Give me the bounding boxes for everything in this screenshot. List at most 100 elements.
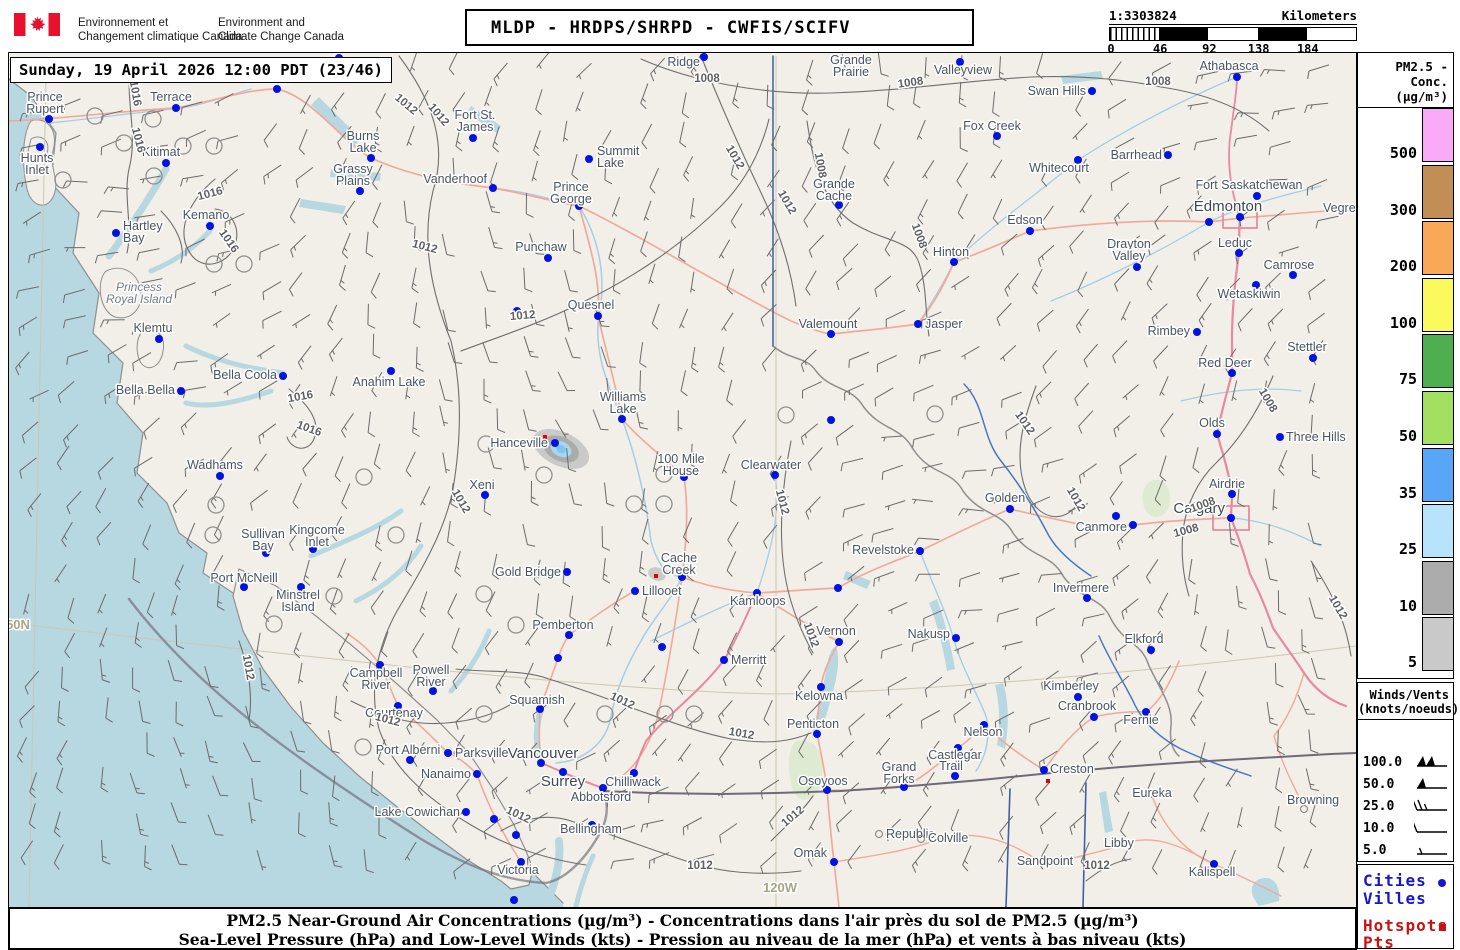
wind-barb (1120, 811, 1130, 838)
pm25-level-label: 35 (1398, 483, 1417, 502)
wind-barb (1151, 849, 1163, 875)
pm25-level-label: 300 (1389, 200, 1417, 219)
map-canvas[interactable]: SmithersPrinceRupertTerraceKitimatHuntsI… (8, 52, 1357, 908)
wind-barb (1107, 98, 1127, 119)
pm25-level-swatch (1422, 447, 1454, 502)
wind-barb (211, 283, 232, 296)
city-label: Parksville (455, 746, 509, 760)
city-label: Invermere (1053, 581, 1109, 595)
wind-barb (1079, 773, 1091, 793)
wind-barb (1110, 171, 1130, 191)
map-shape (448, 628, 492, 694)
city-dot (827, 330, 835, 338)
markers-legend: Cities Villes Hotspots Pts chauds (1357, 864, 1454, 950)
wind-barb (1195, 71, 1219, 84)
wind-speed-row: 100.0 (1358, 753, 1453, 773)
wind-barb (648, 852, 670, 869)
wind-barb (1307, 522, 1322, 546)
wind-barb (334, 456, 344, 483)
wind-barb (1297, 694, 1315, 715)
city-label: Prairie (833, 65, 869, 79)
wind-barb (1233, 134, 1257, 147)
city-label: Lake Cowichan (375, 805, 461, 819)
wind-barb (842, 128, 850, 155)
wind-barb (186, 129, 207, 147)
pm25-level-label: 75 (1398, 370, 1417, 389)
settlement-circle (54, 171, 72, 189)
city-label: Victoria (497, 863, 539, 877)
wind-barb (727, 521, 739, 547)
wind-barb (1072, 123, 1088, 141)
wind-barb (1267, 209, 1285, 231)
city-label: Port McNeill (210, 571, 277, 585)
city-dot (273, 85, 281, 93)
wind-barb (998, 56, 1007, 82)
wind-barb (718, 346, 726, 373)
wind-barb (877, 53, 889, 77)
wind-barb (640, 83, 649, 110)
city-dot (914, 320, 922, 328)
city-label: House (663, 464, 699, 478)
wind-barb (535, 593, 544, 619)
wind-barb (1277, 590, 1287, 615)
city-label: River (416, 675, 445, 689)
wind-barb (1034, 426, 1052, 448)
city-dot (827, 416, 835, 424)
city-dot (112, 229, 120, 237)
wind-barb (221, 169, 239, 191)
city-label: Island (281, 600, 314, 614)
wind-barb (639, 342, 647, 368)
city-dot (771, 471, 779, 479)
wind-barb (1108, 740, 1122, 765)
city-label: Surrey (541, 773, 586, 790)
city-dot (700, 53, 708, 61)
wind-barb (143, 417, 160, 440)
city-label: Vanderhoof (423, 172, 487, 186)
wind-barb (719, 823, 738, 844)
wind-barb (216, 135, 239, 150)
wind-barb (918, 349, 941, 364)
map-shape (700, 55, 797, 307)
city-label: Whitecourt (1029, 161, 1089, 175)
wind-barb (572, 229, 582, 255)
wind-barb (683, 517, 693, 544)
wind-barb (1113, 776, 1125, 803)
wind-barb (1310, 657, 1326, 680)
city-dot (1233, 73, 1241, 81)
settlement-circle (475, 585, 493, 603)
wind-barb (920, 710, 940, 729)
city-dot (356, 187, 364, 195)
city-label: Colville (928, 831, 968, 845)
city-label: Wetaskiwin (1218, 287, 1281, 301)
wind-barb (571, 153, 579, 180)
wind-barb (608, 238, 616, 265)
wind-barb (341, 232, 351, 259)
map-shape (1142, 480, 1171, 517)
wind-barb (805, 270, 817, 296)
wind-barb (441, 233, 455, 257)
city-label: Fernie (1123, 713, 1158, 727)
city-dot (1088, 87, 1096, 95)
wind-barb (887, 676, 907, 696)
city-label: Eureka (1132, 786, 1172, 800)
wind-barb (1306, 179, 1328, 196)
wind-barb (1268, 524, 1274, 546)
wind-barb (256, 344, 275, 359)
wind-barb (914, 573, 940, 582)
city-dot (1164, 151, 1172, 159)
wind-barb (836, 267, 853, 291)
wind-barb (962, 845, 972, 872)
wind-barb (1037, 244, 1055, 267)
map-shape (542, 837, 564, 907)
wind-barb (913, 384, 934, 402)
wind-barb (523, 267, 533, 293)
city-dot (834, 584, 842, 592)
isobar-label: 1012 (1326, 593, 1349, 621)
wind-barb (1271, 107, 1295, 120)
wind-barb (874, 275, 892, 298)
wind-barb (288, 272, 303, 297)
city-dot (162, 159, 170, 167)
wind-barb (721, 453, 731, 474)
wind-barb (557, 371, 576, 392)
city-label: Edson (1007, 213, 1042, 227)
